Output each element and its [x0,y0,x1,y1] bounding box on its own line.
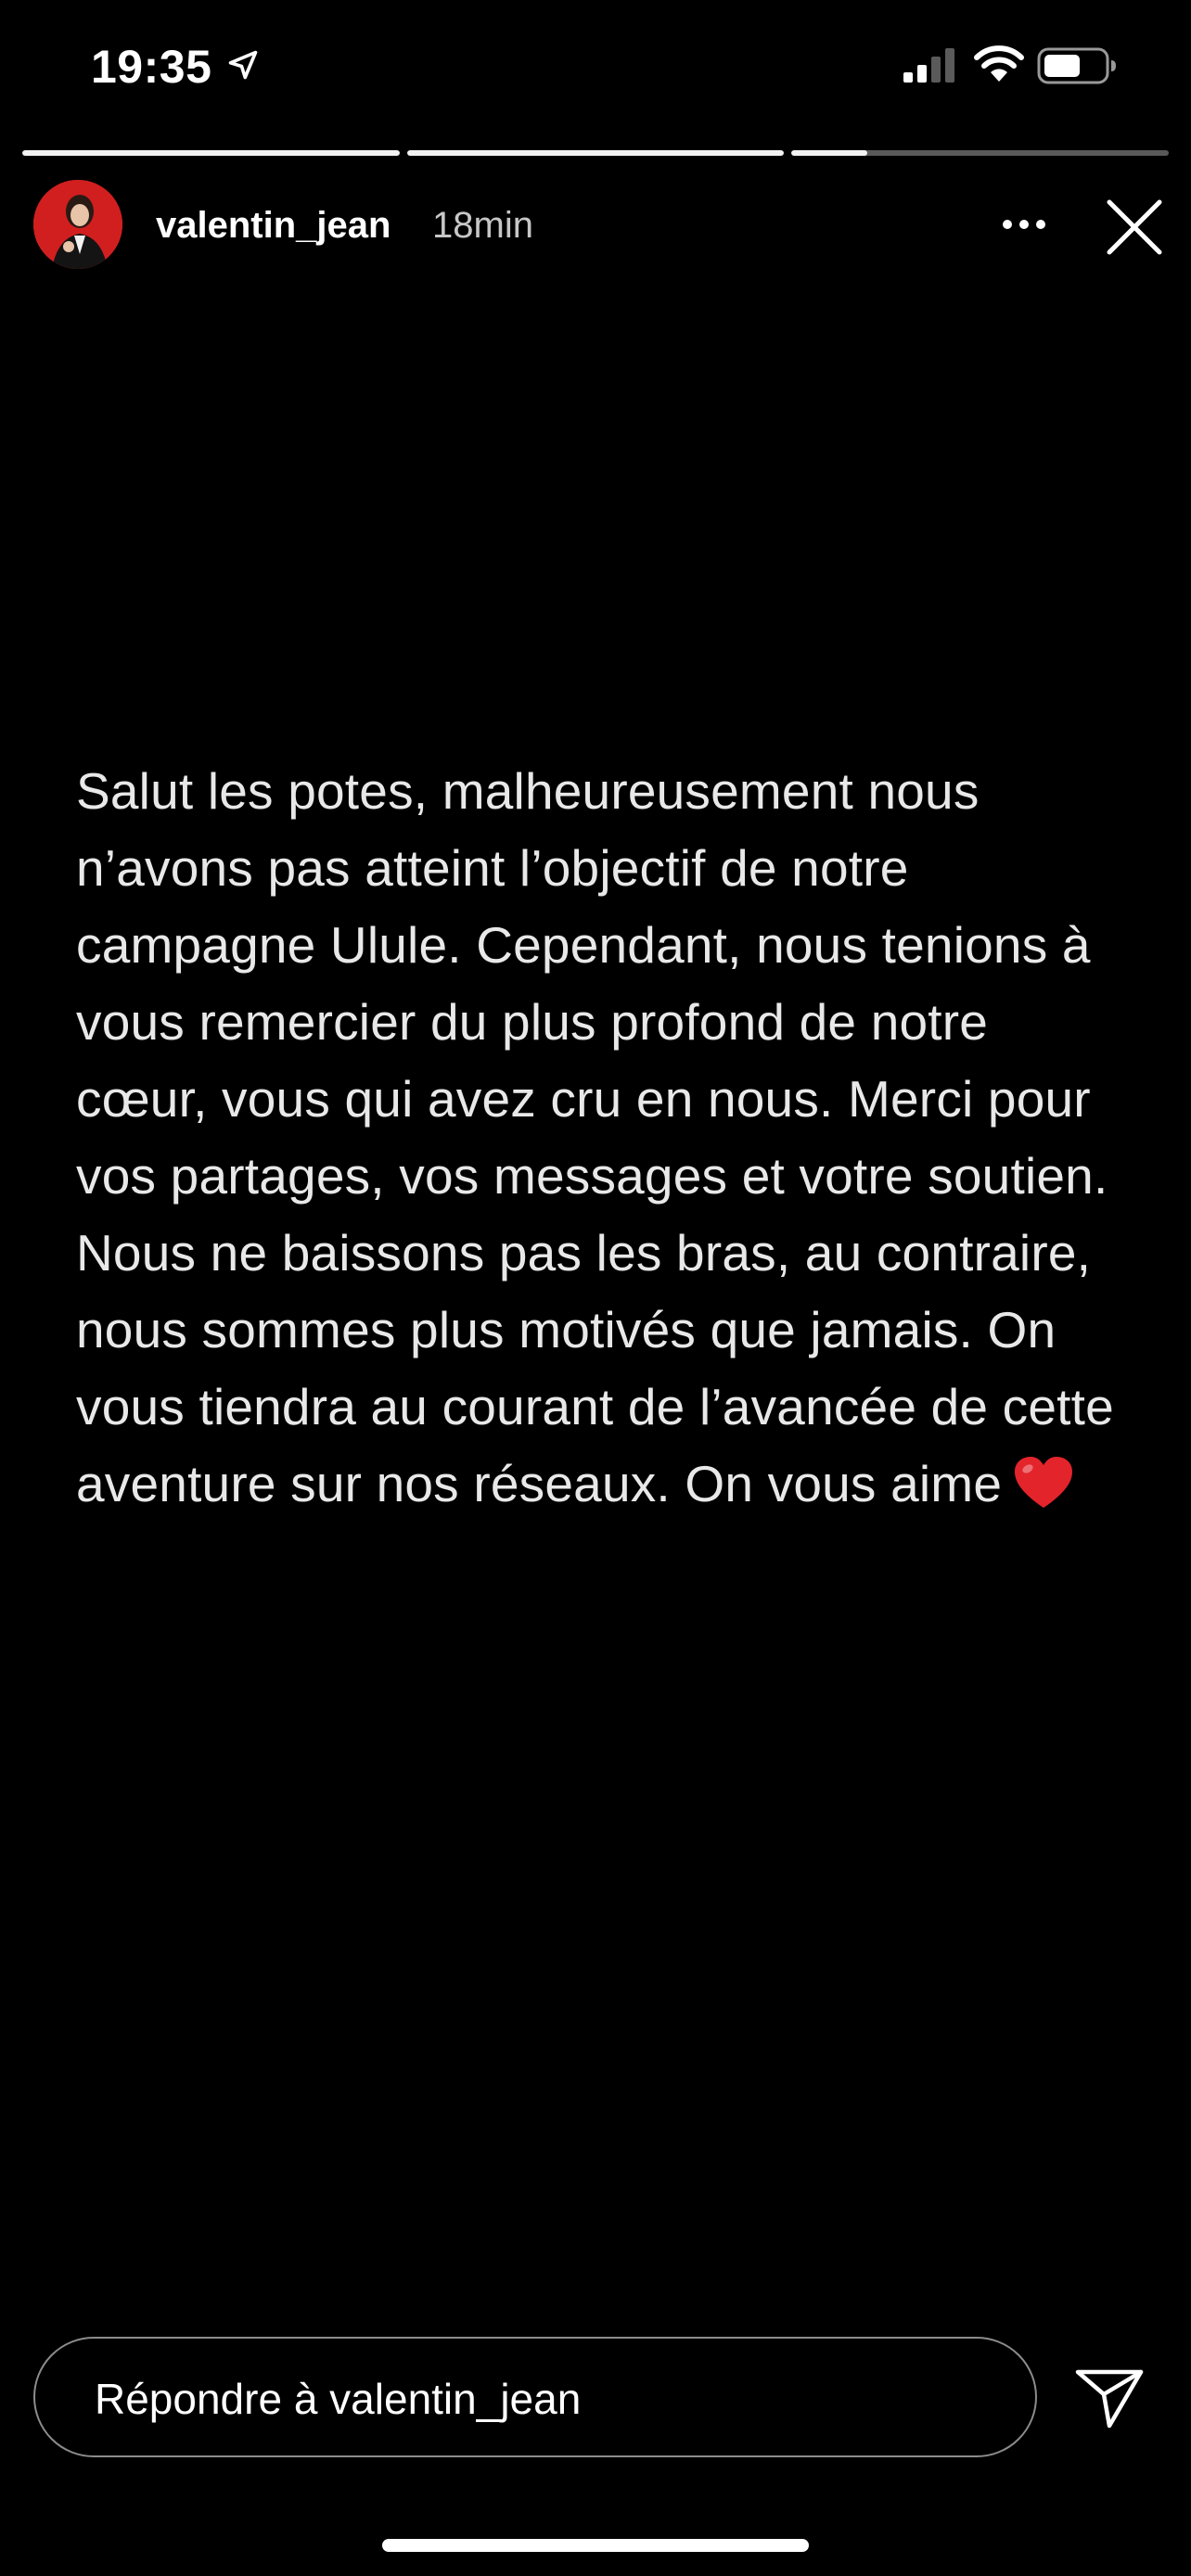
home-indicator[interactable] [382,2539,809,2552]
cellular-signal-icon [903,48,954,83]
send-icon[interactable] [1074,2366,1145,2429]
story-text: Salut les potes, malheureusement nous n’… [76,753,1133,1523]
progress-segment [22,150,400,156]
progress-segment [791,150,1170,156]
wifi-icon [974,45,1024,82]
avatar-image [33,180,122,269]
story-progress [22,150,1170,156]
status-bar: 19:35 [0,0,1191,139]
reply-input[interactable]: Répondre à valentin_jean [33,2337,1037,2457]
close-icon[interactable] [1104,197,1165,258]
heart-emoji-icon [1015,1457,1073,1508]
more-dots-icon[interactable] [998,204,1050,245]
reply-placeholder: Répondre à valentin_jean [95,2375,582,2423]
location-arrow-icon [228,50,258,80]
story-header: valentin_jean 18min [0,176,1191,278]
battery-icon [1037,47,1116,84]
username[interactable]: valentin_jean [156,204,391,247]
status-time: 19:35 [91,41,212,93]
story-timestamp: 18min [432,205,533,246]
avatar[interactable] [33,180,122,269]
progress-segment [406,150,785,156]
story-message: Salut les potes, malheureusement nous n’… [76,762,1114,1512]
